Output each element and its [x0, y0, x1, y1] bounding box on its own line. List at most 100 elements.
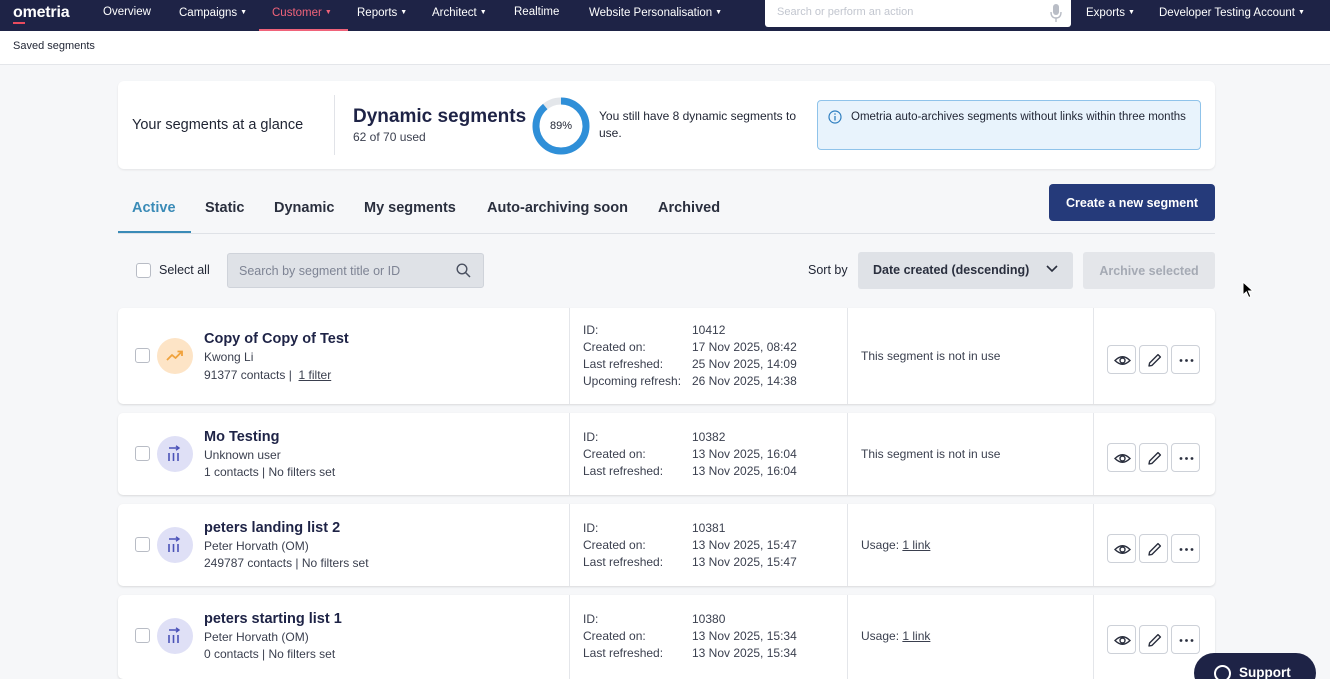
create-segment-button[interactable]: Create a new segment — [1049, 184, 1215, 221]
chevron-down-icon: ▼ — [479, 9, 487, 16]
divider — [847, 413, 848, 495]
segment-search-input[interactable] — [239, 264, 449, 278]
segment-owner: Kwong Li — [204, 350, 254, 364]
chevron-down-icon: ▼ — [240, 9, 248, 16]
created-date: 17 Nov 2025, 08:42 — [692, 340, 797, 354]
nav-realtime[interactable]: Realtime — [514, 0, 559, 31]
divider — [334, 95, 335, 155]
nav-campaigns[interactable]: Campaigns ▼ — [179, 0, 247, 31]
nav-website-personalisation[interactable]: Website Personalisation ▼ — [589, 0, 722, 31]
select-all-label: Select all — [159, 263, 210, 277]
view-button[interactable] — [1107, 345, 1136, 374]
segment-contacts-filters: 249787 contacts | No filters set — [204, 556, 369, 570]
segment-name[interactable]: peters starting list 1 — [204, 611, 342, 627]
edit-button[interactable] — [1139, 625, 1168, 654]
global-search-input[interactable] — [777, 6, 1037, 18]
tab-dynamic[interactable]: Dynamic — [274, 200, 334, 216]
nav-reports[interactable]: Reports ▼ — [357, 0, 407, 31]
divider — [569, 504, 570, 586]
segment-card: Copy of Copy of Test Kwong Li 91377 cont… — [118, 308, 1215, 404]
segment-contacts-filters: 1 contacts | No filters set — [204, 465, 336, 479]
created-date: 13 Nov 2025, 15:34 — [692, 629, 797, 643]
contacts-count: 91377 contacts — [204, 368, 286, 382]
nav-architect[interactable]: Architect ▼ — [432, 0, 487, 31]
sort-dropdown[interactable]: Date created (descending) — [858, 252, 1073, 289]
breadcrumb-bar: Saved segments — [0, 31, 1330, 65]
divider — [847, 504, 848, 586]
segment-checkbox[interactable] — [135, 348, 150, 363]
segment-usage: Usage: 1 link — [861, 538, 930, 552]
ellipsis-icon — [1179, 639, 1194, 642]
ometria-logo[interactable]: ometria — [13, 4, 70, 24]
segment-checkbox[interactable] — [135, 446, 150, 461]
chat-icon — [1214, 665, 1231, 679]
search-icon[interactable] — [456, 263, 471, 278]
edit-button[interactable] — [1139, 345, 1168, 374]
dynamic-segments-used: 62 of 70 used — [353, 130, 426, 144]
info-text: Ometria auto-archives segments without l… — [851, 111, 1186, 123]
more-options-button[interactable] — [1171, 625, 1200, 654]
eye-icon — [1114, 454, 1131, 463]
view-button[interactable] — [1107, 625, 1136, 654]
chevron-down-icon: ▼ — [715, 9, 723, 16]
microphone-icon[interactable] — [1050, 3, 1062, 23]
support-button[interactable]: Support — [1194, 653, 1316, 679]
view-button[interactable] — [1107, 443, 1136, 472]
segment-card: Mo Testing Unknown user 1 contacts | No … — [118, 413, 1215, 495]
segment-name[interactable]: peters landing list 2 — [204, 520, 340, 536]
static-list-icon — [168, 627, 181, 643]
static-list-icon — [168, 536, 181, 552]
segment-id: 10381 — [692, 521, 726, 535]
tab-static[interactable]: Static — [205, 200, 245, 216]
filters-link[interactable]: 1 filter — [299, 368, 332, 382]
usage-text: This segment is not in use — [861, 447, 1001, 461]
usage-label: Usage: — [861, 629, 900, 643]
segment-checkbox[interactable] — [135, 537, 150, 552]
pencil-icon — [1148, 633, 1162, 647]
tab-archived[interactable]: Archived — [658, 200, 720, 216]
select-all-checkbox[interactable] — [136, 263, 151, 278]
refreshed-date: 25 Nov 2025, 14:09 — [692, 357, 797, 371]
upcoming-refresh-date: 26 Nov 2025, 14:38 — [692, 374, 797, 388]
edit-button[interactable] — [1139, 443, 1168, 472]
refreshed-label: Last refreshed: — [583, 357, 664, 371]
tab-active[interactable]: Active — [132, 200, 176, 216]
nav-overview[interactable]: Overview — [103, 0, 151, 31]
edit-button[interactable] — [1139, 534, 1168, 563]
id-label: ID: — [583, 323, 599, 337]
refreshed-date: 13 Nov 2025, 15:47 — [692, 555, 797, 569]
segment-id: 10412 — [692, 323, 726, 337]
usage-link[interactable]: 1 link — [902, 538, 930, 552]
contacts-count: 249787 contacts — [204, 556, 293, 570]
tab-auto-archiving-soon[interactable]: Auto-archiving soon — [487, 200, 628, 216]
segment-usage: Usage: 1 link — [861, 629, 930, 643]
segment-name[interactable]: Copy of Copy of Test — [204, 331, 349, 347]
segment-id: 10382 — [692, 430, 726, 444]
account-menu[interactable]: Developer Testing Account ▼ — [1159, 0, 1305, 31]
eye-icon — [1114, 356, 1131, 365]
pencil-icon — [1148, 542, 1162, 556]
more-options-button[interactable] — [1171, 443, 1200, 472]
nav-exports[interactable]: Exports ▼ — [1086, 0, 1135, 31]
segment-checkbox[interactable] — [135, 628, 150, 643]
eye-icon — [1114, 636, 1131, 645]
view-button[interactable] — [1107, 534, 1136, 563]
more-options-button[interactable] — [1171, 345, 1200, 374]
global-search — [765, 0, 1071, 27]
tab-my-segments[interactable]: My segments — [364, 200, 456, 216]
nav-customer[interactable]: Customer ▼ — [259, 0, 348, 31]
created-date: 13 Nov 2025, 16:04 — [692, 447, 797, 461]
id-label: ID: — [583, 430, 599, 444]
segment-type-badge — [157, 527, 193, 563]
more-options-button[interactable] — [1171, 534, 1200, 563]
segment-id: 10380 — [692, 612, 726, 626]
archive-selected-button[interactable]: Archive selected — [1083, 252, 1215, 289]
sort-value: Date created (descending) — [873, 263, 1030, 277]
dynamic-segments-title: Dynamic segments — [353, 106, 527, 127]
remaining-segments-text: You still have 8 dynamic segments to use… — [599, 109, 796, 140]
usage-link[interactable]: 1 link — [902, 629, 930, 643]
segment-name[interactable]: Mo Testing — [204, 429, 279, 445]
ellipsis-icon — [1179, 457, 1194, 460]
chevron-down-icon: ▼ — [1128, 9, 1135, 16]
chevron-down-icon: ▼ — [400, 9, 408, 16]
